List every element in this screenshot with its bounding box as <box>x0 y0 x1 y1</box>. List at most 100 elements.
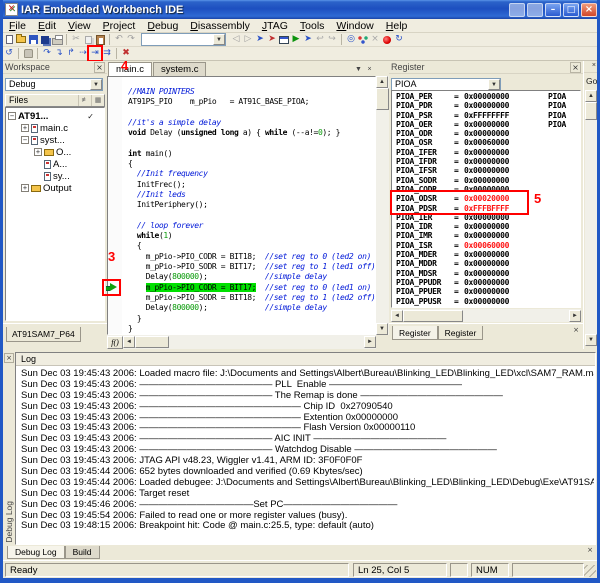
register-row-pioa_ier[interactable]: PIOA_IER=0x00000000 <box>396 213 580 222</box>
collapse-icon[interactable]: − <box>8 112 16 120</box>
next-statement-button[interactable]: ⇢ <box>77 47 89 60</box>
run-to-cursor-button[interactable]: ⇥ <box>89 47 101 60</box>
make-button[interactable]: ▶ <box>290 33 302 46</box>
scroll-right-icon[interactable]: ► <box>364 336 376 348</box>
scroll-left-icon[interactable]: ◄ <box>391 310 403 322</box>
scroll-left-icon[interactable]: ◄ <box>123 336 135 348</box>
debug-button[interactable] <box>357 33 369 46</box>
log-messages[interactable]: Sun Dec 03 19:45:43 2006: Loaded macro f… <box>17 367 594 543</box>
scrollbar-thumb[interactable] <box>376 88 389 110</box>
register-group-combo[interactable]: PIOA ▼ <box>391 78 501 91</box>
restart-debugger-button[interactable]: ↻ <box>393 33 405 46</box>
log-close-icon[interactable]: × <box>4 353 14 363</box>
find-previous-button[interactable]: ◁ <box>230 33 242 46</box>
register-row-pioa_ifsr[interactable]: PIOA_IFSR=0x00000000 <box>396 166 580 175</box>
menu-jtag[interactable]: JTAG <box>256 20 294 32</box>
close-icon[interactable]: × <box>571 326 581 336</box>
tree-item-o[interactable]: +O... <box>6 146 104 158</box>
workspace-close-icon[interactable]: × <box>94 62 105 73</box>
minimize-button[interactable]: – <box>545 3 561 17</box>
register-row-pioa_ppuer[interactable]: PIOA_PPUER=0x00000000 <box>396 287 580 296</box>
register-row-pioa_ifdr[interactable]: PIOA_IFDR=0x00000000 <box>396 157 580 166</box>
register-row-pioa_ifer[interactable]: PIOA_IFER=0x00000000 <box>396 148 580 157</box>
maximize-button[interactable]: □ <box>563 3 579 17</box>
expand-icon[interactable]: + <box>34 148 42 156</box>
close-button[interactable]: × <box>581 3 597 17</box>
register-row-pioa_sodr[interactable]: PIOA_SODR=0x00000000 <box>396 176 580 185</box>
register-row-pioa_ppusr[interactable]: PIOA_PPUSR=0x00000000 <box>396 297 580 306</box>
find-in-files-button[interactable]: ◎ <box>345 33 357 46</box>
close-icon[interactable]: × <box>592 62 596 69</box>
scrollbar-thumb[interactable] <box>403 310 463 322</box>
function-list-button[interactable]: f() <box>107 336 123 349</box>
tree-item-sy[interactable]: sy... <box>6 170 104 182</box>
register-row-pioa_oer[interactable]: PIOA_OER=0x00000000PIOA <box>396 120 580 129</box>
tree-item-syst[interactable]: −syst... <box>6 134 104 146</box>
tree-item-mainc[interactable]: +main.c <box>6 122 104 134</box>
register-row-pioa_ppudr[interactable]: PIOA_PPUDR=0x00000000 <box>396 278 580 287</box>
toggle-breakpoint-button[interactable] <box>381 33 393 46</box>
expand-icon[interactable]: + <box>21 184 29 192</box>
scrollbar-track[interactable] <box>376 110 389 323</box>
register-row-pioa_osr[interactable]: PIOA_OSR=0x00060000 <box>396 138 580 147</box>
stop-debugger-button[interactable]: ✖ <box>120 47 132 60</box>
files-header[interactable]: Files ≢ ▦ <box>5 94 105 107</box>
collapse-icon[interactable]: − <box>21 136 29 144</box>
toggle-bookmark-button[interactable]: ➤ <box>254 33 266 46</box>
open-file-button[interactable] <box>15 33 27 46</box>
menu-debug[interactable]: Debug <box>141 20 184 32</box>
title-bar[interactable]: ✕ IAR Embedded Workbench IDE – □ × <box>0 0 600 19</box>
break-button[interactable] <box>22 47 34 60</box>
step-out-button[interactable]: ↱ <box>65 47 77 60</box>
register-horizontal-scrollbar[interactable]: ◄ ► <box>391 309 581 322</box>
tree-item-at91[interactable]: −AT91...✓ <box>6 110 104 122</box>
register-row-pioa_mddr[interactable]: PIOA_MDDR=0x00000000 <box>396 259 580 268</box>
reset-button[interactable]: ↺ <box>3 47 15 60</box>
step-into-button[interactable]: ↴ <box>53 47 65 60</box>
save-button[interactable] <box>27 33 39 46</box>
go-button[interactable]: ⇉ <box>101 47 113 60</box>
chevron-down-icon[interactable]: ▼ <box>488 79 500 90</box>
new-window-button[interactable] <box>278 33 290 46</box>
redo-button[interactable]: ↷ <box>125 33 137 46</box>
register-row-pioa_per[interactable]: PIOA_PER=0x00000000PIOA <box>396 92 580 101</box>
tab-build[interactable]: Build <box>65 546 100 559</box>
scroll-right-icon[interactable]: ► <box>569 310 581 322</box>
chevron-down-icon[interactable]: ▼ <box>213 34 225 45</box>
navigate-forward-button[interactable]: ↪ <box>326 33 338 46</box>
scroll-up-icon[interactable]: ▲ <box>376 76 388 88</box>
register-row-pioa_mder[interactable]: PIOA_MDER=0x00000000 <box>396 250 580 259</box>
print-button[interactable] <box>51 33 63 46</box>
step-over-button[interactable]: ↷ <box>41 47 53 60</box>
register-close-icon[interactable]: × <box>570 62 581 73</box>
compile-button[interactable]: ➤ <box>302 33 314 46</box>
menu-project[interactable]: Project <box>97 20 142 32</box>
extra-window-button[interactable] <box>509 3 525 17</box>
menu-tools[interactable]: Tools <box>294 20 331 32</box>
menu-window[interactable]: Window <box>330 20 379 32</box>
clipped-panel-scrollbar[interactable]: ▲ ▼ <box>585 90 597 346</box>
scroll-down-icon[interactable]: ▼ <box>376 323 388 335</box>
extra-window-button-2[interactable] <box>527 3 543 17</box>
break-all-button[interactable]: × <box>369 33 381 46</box>
tab-debug-log[interactable]: Debug Log <box>7 546 65 559</box>
next-bookmark-button[interactable]: ➤ <box>266 33 278 46</box>
register-row-pioa_odsr[interactable]: PIOA_ODSR=0x00020000 <box>396 194 580 203</box>
find-combo[interactable]: ▼ <box>141 33 226 46</box>
register-row-pioa_pdr[interactable]: PIOA_PDR=0x00000000PIOA <box>396 101 580 110</box>
paste-button[interactable] <box>94 33 106 46</box>
scrollbar-thumb[interactable] <box>585 102 597 120</box>
register-row-pioa_imr[interactable]: PIOA_IMR=0x00000000 <box>396 231 580 240</box>
navigate-back-button[interactable]: ↩ <box>314 33 326 46</box>
chevron-down-icon[interactable]: ▼ <box>90 79 102 90</box>
scroll-up-icon[interactable]: ▲ <box>585 90 597 102</box>
find-next-button[interactable]: ▷ <box>242 33 254 46</box>
register-tab-2[interactable]: Register <box>438 326 484 340</box>
register-row-pioa_psr[interactable]: PIOA_PSR=0xFFFFFFFFPIOA <box>396 111 580 120</box>
register-row-pioa_mdsr[interactable]: PIOA_MDSR=0x00000000 <box>396 269 580 278</box>
chevron-down-icon[interactable]: ▼ <box>353 65 364 76</box>
code-editor[interactable]: //MAIN POINTERSAT91PS_PIO m_pPio = AT91C… <box>107 76 376 335</box>
register-tab-1[interactable]: Register <box>392 326 438 340</box>
editor-horizontal-scrollbar[interactable]: f() ◄ ► <box>107 335 376 349</box>
close-icon[interactable]: × <box>585 546 595 556</box>
